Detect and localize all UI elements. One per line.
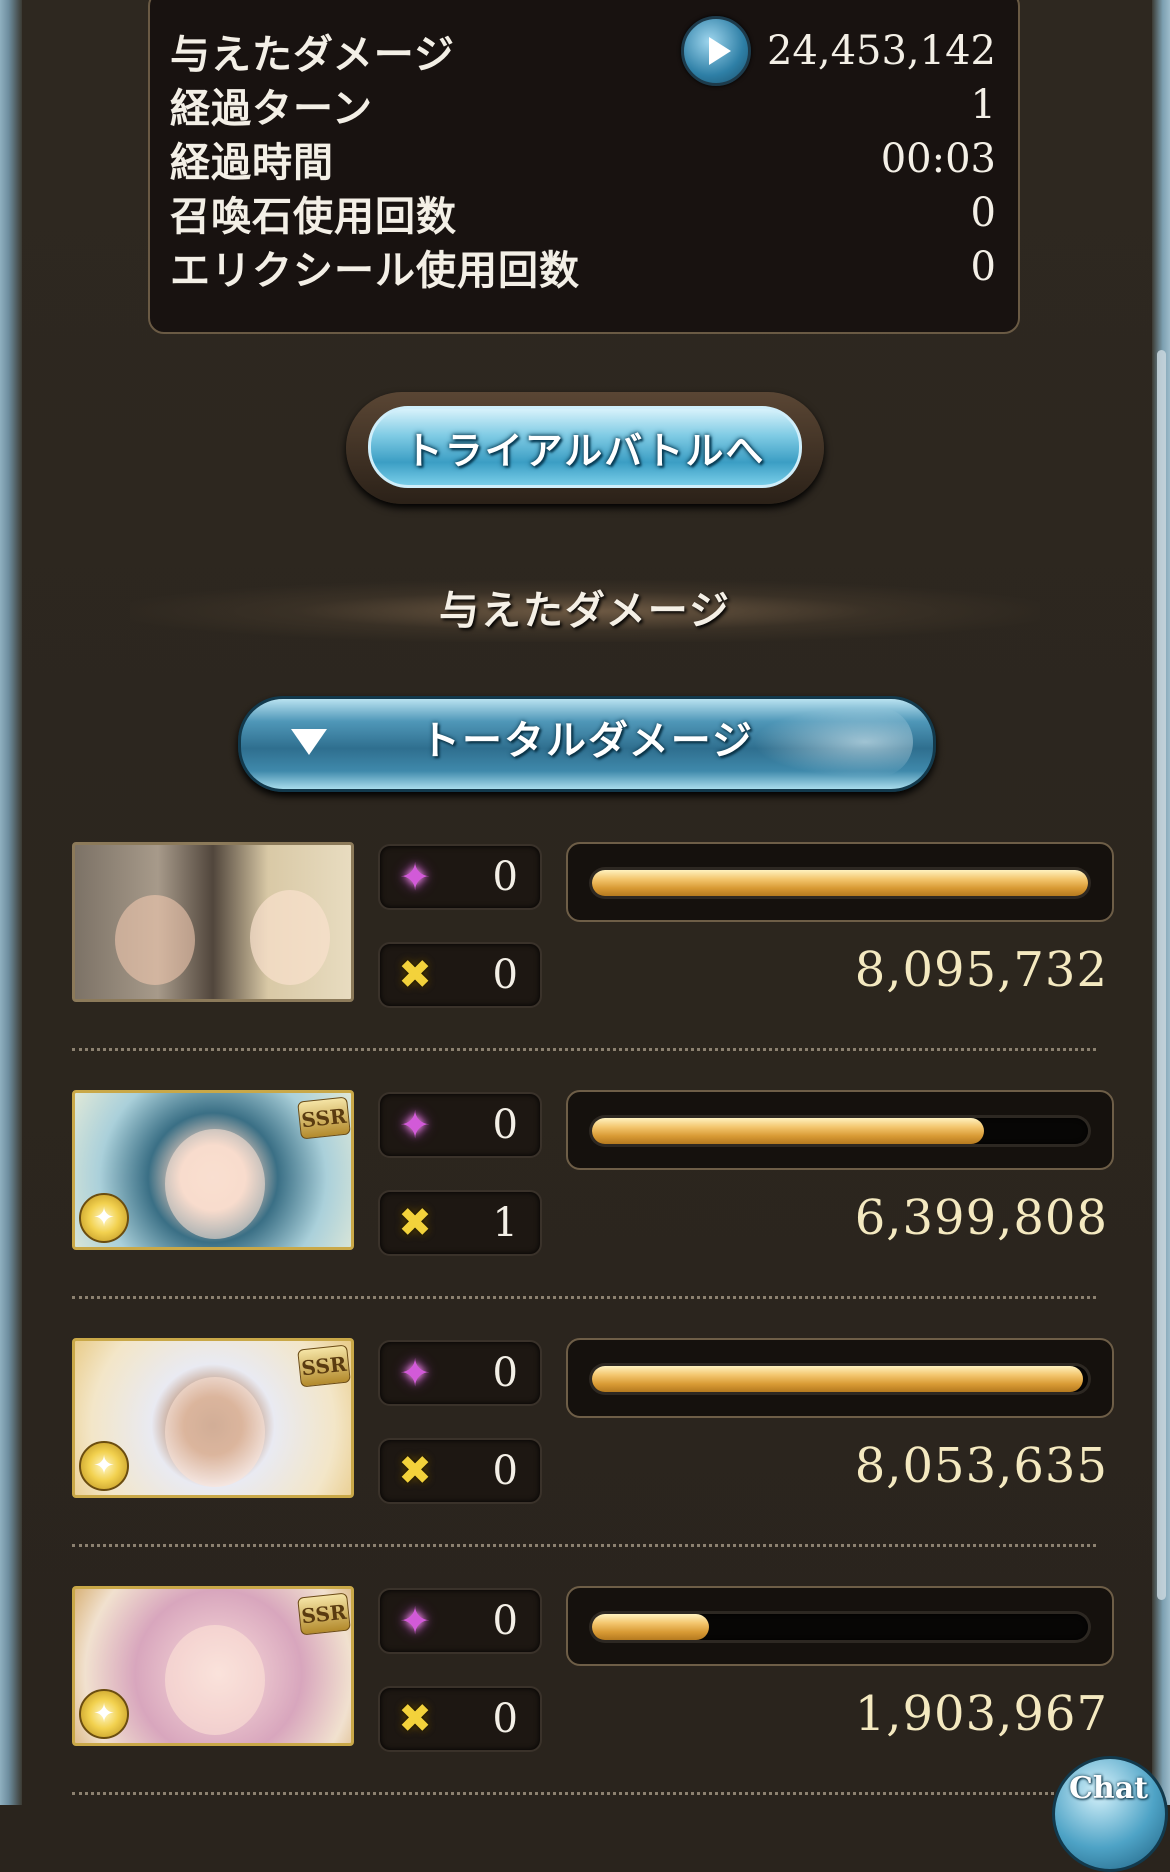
star-burst-icon: ✦ xyxy=(399,1599,431,1643)
charge-attack-count: 0 xyxy=(492,1448,518,1494)
chat-button[interactable]: Chat xyxy=(1052,1756,1168,1872)
damage-bar xyxy=(566,1090,1114,1170)
ssr-badge: SSR xyxy=(297,1592,351,1636)
damage-bar xyxy=(566,842,1114,922)
skill-count-box: ✦ 0 xyxy=(378,1588,542,1654)
section-heading: 与えたダメージ xyxy=(439,588,731,634)
party-member-row: SSR ✦ ✦ 0 ✖ 0 8,053,635 xyxy=(72,1338,1114,1508)
light-element-icon: ✦ xyxy=(79,1689,129,1739)
charge-attack-count: 0 xyxy=(492,1696,518,1742)
crossed-swords-icon: ✖ xyxy=(398,1448,432,1494)
elixir-value: 0 xyxy=(970,244,996,290)
time-label: 経過時間 xyxy=(170,140,334,186)
damage-bar xyxy=(566,1338,1114,1418)
turns-value: 1 xyxy=(970,82,996,128)
elixir-label: エリクシール使用回数 xyxy=(170,248,580,294)
summary-row-turns: 経過ターン 1 xyxy=(170,78,996,132)
member-damage-value: 1,903,967 xyxy=(854,1686,1108,1742)
crossed-swords-icon: ✖ xyxy=(398,1696,432,1742)
summary-row-time: 経過時間 00:03 xyxy=(170,132,996,186)
summon-label: 召喚石使用回数 xyxy=(170,194,457,240)
star-burst-icon: ✦ xyxy=(399,1351,431,1395)
ssr-badge: SSR xyxy=(297,1096,351,1140)
skill-count-box: ✦ 0 xyxy=(378,844,542,910)
ssr-badge: SSR xyxy=(297,1344,351,1388)
battle-summary-box: 与えたダメージ 24,453,142 経過ターン 1 経過時間 00:03 召喚… xyxy=(148,0,1020,334)
party-member-row: SSR ✦ ✦ 0 ✖ 0 1,903,967 xyxy=(72,1586,1114,1756)
damage-bar-fill xyxy=(592,1614,709,1640)
damage-total-value: 24,453,142 xyxy=(766,28,996,74)
light-element-icon: ✦ xyxy=(79,1441,129,1491)
charge-attack-count: 1 xyxy=(492,1200,518,1246)
damage-bar-fill xyxy=(592,1366,1084,1392)
damage-bar-fill xyxy=(592,870,1088,896)
charge-attack-count-box: ✖ 0 xyxy=(378,1438,542,1504)
row-divider xyxy=(72,1296,1096,1299)
trial-battle-label: トライアルバトルへ xyxy=(404,428,766,473)
skill-count-box: ✦ 0 xyxy=(378,1092,542,1158)
time-value: 00:03 xyxy=(880,136,996,182)
crossed-swords-icon: ✖ xyxy=(398,952,432,998)
charge-attack-count-box: ✖ 0 xyxy=(378,942,542,1008)
row-divider xyxy=(72,1544,1096,1547)
character-portrait[interactable]: SSR ✦ xyxy=(72,1338,354,1498)
charge-attack-count-box: ✖ 1 xyxy=(378,1190,542,1256)
charge-attack-count-box: ✖ 0 xyxy=(378,1686,542,1752)
damage-bar-fill xyxy=(592,1118,984,1144)
skill-count: 0 xyxy=(492,1598,518,1644)
summon-value: 0 xyxy=(970,190,996,236)
summary-row-summon: 召喚石使用回数 0 xyxy=(170,186,996,240)
damage-type-dropdown[interactable]: トータルダメージ xyxy=(238,696,936,792)
party-member-row: ✦ 0 ✖ 0 8,095,732 xyxy=(72,842,1114,1012)
turns-label: 経過ターン xyxy=(170,86,373,132)
member-damage-value: 8,095,732 xyxy=(854,942,1108,998)
member-damage-value: 6,399,808 xyxy=(854,1190,1108,1246)
chat-label: Chat xyxy=(1069,1771,1148,1806)
member-damage-value: 8,053,635 xyxy=(854,1438,1108,1494)
crossed-swords-icon: ✖ xyxy=(398,1200,432,1246)
damage-label: 与えたダメージ xyxy=(170,32,455,78)
party-member-row: SSR ✦ ✦ 0 ✖ 1 6,399,808 xyxy=(72,1090,1114,1260)
star-burst-icon: ✦ xyxy=(399,1103,431,1147)
row-divider xyxy=(72,1048,1096,1051)
summary-row-elixir: エリクシール使用回数 0 xyxy=(170,240,996,294)
star-burst-icon: ✦ xyxy=(399,855,431,899)
skill-count: 0 xyxy=(492,1102,518,1148)
character-portrait[interactable]: SSR ✦ xyxy=(72,1586,354,1746)
light-element-icon: ✦ xyxy=(79,1193,129,1243)
trial-battle-button[interactable]: トライアルバトルへ xyxy=(346,392,824,504)
character-portrait[interactable] xyxy=(72,842,354,1002)
dropdown-selected-label: トータルダメージ xyxy=(420,718,754,764)
skill-count: 0 xyxy=(492,1350,518,1396)
play-icon[interactable] xyxy=(680,16,751,86)
scrollbar-thumb[interactable] xyxy=(1157,350,1166,1600)
damage-bar xyxy=(566,1586,1114,1666)
row-divider xyxy=(72,1792,1096,1795)
left-frame-edge xyxy=(0,0,22,1805)
character-portrait[interactable]: SSR ✦ xyxy=(72,1090,354,1250)
skill-count-box: ✦ 0 xyxy=(378,1340,542,1406)
summary-row-damage: 与えたダメージ 24,453,142 xyxy=(170,16,996,86)
charge-attack-count: 0 xyxy=(492,952,518,998)
skill-count: 0 xyxy=(492,854,518,900)
